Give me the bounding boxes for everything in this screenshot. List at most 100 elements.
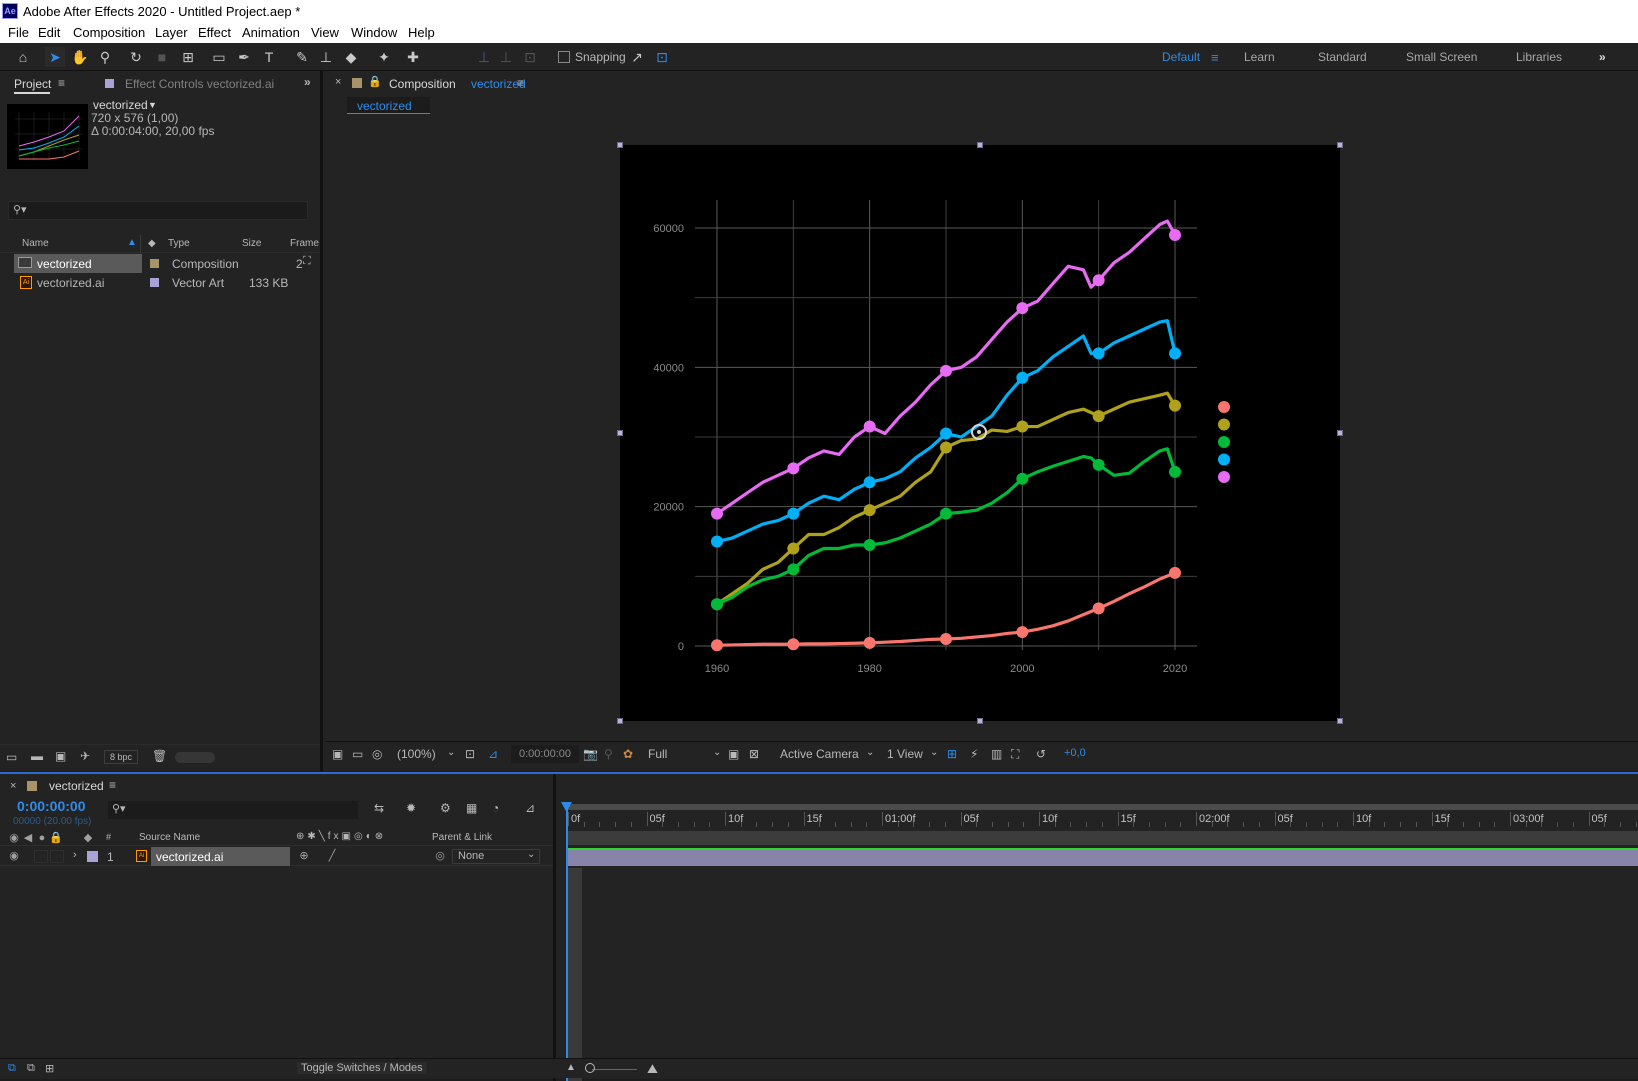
brush-tool-icon[interactable]: ✎ [292, 47, 312, 67]
workspace-menu-icon[interactable]: ≡ [1211, 50, 1219, 65]
close-tab-icon[interactable]: × [335, 76, 341, 88]
roto-brush-tool-icon[interactable]: ✦ [374, 47, 394, 67]
vr-goggles-icon[interactable]: ◎ [372, 747, 382, 761]
interpret-footage-icon[interactable]: ▭ [6, 750, 17, 764]
adjust-settings-icon[interactable]: ✈ [80, 749, 90, 763]
view-layout-dropdown[interactable]: 1 View [887, 747, 923, 761]
layer-row[interactable]: ◉ › 1 Ai vectorized.ai ⊕ ╱ ◎ None ⌄ [0, 847, 553, 866]
column-size[interactable]: Size [242, 238, 261, 249]
layer-duration-bar[interactable] [568, 848, 1638, 866]
breadcrumb[interactable]: vectorized [347, 97, 430, 114]
current-time-display[interactable]: 0:00:00:00 [17, 798, 86, 814]
project-search-input[interactable]: ⚲▾ [8, 201, 308, 220]
quality-switch-icon[interactable]: ╱ [324, 849, 340, 863]
flowchart-icon[interactable]: ⛶ [303, 255, 311, 268]
flowchart-icon[interactable]: ⛶ [1011, 747, 1019, 762]
monitor-icon[interactable]: ▭ [352, 747, 363, 761]
rectangle-tool-icon[interactable]: ▭ [209, 47, 229, 67]
mask-visibility-icon[interactable]: ⊿ [488, 747, 498, 761]
workspace-small-screen[interactable]: Small Screen [1406, 50, 1477, 64]
tab-composition[interactable]: Composition [389, 77, 456, 91]
transform-handle[interactable] [1337, 430, 1343, 436]
layer-name[interactable]: vectorized.ai [156, 850, 223, 864]
item-dropdown-icon[interactable]: ▼ [148, 100, 157, 110]
snapshot-camera-icon[interactable]: 📷 [583, 747, 598, 761]
layer-search-input[interactable]: ⚲▾ [108, 801, 358, 819]
hand-tool-icon[interactable]: ✋ [70, 47, 90, 67]
workspace-learn[interactable]: Learn [1244, 50, 1275, 64]
label-color-swatch[interactable] [150, 259, 159, 268]
menu-animation[interactable]: Animation [242, 25, 300, 40]
show-snapshot-icon[interactable]: ⚲ [604, 747, 613, 761]
composition-mini-flowchart-icon[interactable]: ⇆ [374, 801, 384, 815]
local-axis-mode-icon[interactable]: ⊥ [474, 47, 494, 67]
trash-icon[interactable]: 🗑 [152, 749, 167, 763]
close-tab-icon[interactable]: × [10, 780, 16, 792]
home-icon[interactable]: ⌂ [13, 47, 33, 67]
menu-file[interactable]: File [8, 25, 29, 40]
transform-handle[interactable] [617, 718, 623, 724]
menu-view[interactable]: View [311, 25, 339, 40]
pick-whip-icon[interactable]: ◎ [432, 849, 448, 863]
transfer-controls-icon[interactable]: ⧉ [27, 1062, 35, 1075]
new-folder-icon[interactable]: ▬ [31, 749, 43, 763]
tab-effect-controls[interactable]: Effect Controls vectorized.ai [125, 77, 274, 91]
more-workspaces-icon[interactable]: » [1599, 50, 1606, 64]
label-color-swatch[interactable] [150, 278, 159, 287]
eraser-tool-icon[interactable]: ◆ [341, 47, 361, 67]
view-axis-mode-icon[interactable]: ⊡ [520, 47, 540, 67]
transform-handle[interactable] [977, 718, 983, 724]
region-of-interest-icon[interactable]: ▣ [728, 747, 739, 761]
panel-overflow-icon[interactable]: » [304, 75, 311, 89]
magnification-dropdown[interactable]: (100%) [397, 747, 436, 761]
workspace-default[interactable]: Default [1162, 50, 1200, 64]
transform-handle[interactable] [1337, 718, 1343, 724]
render-time-icon[interactable]: ⊞ [45, 1062, 54, 1075]
frame-blending-icon[interactable]: ▦ [466, 801, 477, 815]
transform-handle[interactable] [1337, 142, 1343, 148]
playhead[interactable] [566, 802, 568, 1081]
parent-dropdown[interactable]: None ⌄ [452, 849, 540, 864]
resolution-dropdown[interactable]: Full [648, 747, 667, 761]
current-time-field[interactable]: 0:00:00:00 [511, 745, 579, 763]
label-column-icon[interactable]: ◆ [80, 831, 96, 845]
label-column-icon[interactable]: ◆ [148, 238, 156, 249]
menu-composition[interactable]: Composition [73, 25, 145, 40]
workspace-libraries[interactable]: Libraries [1516, 50, 1562, 64]
menu-layer[interactable]: Layer [155, 25, 188, 40]
timeline-tab[interactable]: vectorized [49, 779, 104, 793]
menu-help[interactable]: Help [408, 25, 435, 40]
world-axis-mode-icon[interactable]: ⊥ [496, 47, 516, 67]
camera-view-dropdown[interactable]: Active Camera [780, 747, 859, 761]
puppet-tool-icon[interactable]: ✚ [403, 47, 423, 67]
transform-handle[interactable] [977, 142, 983, 148]
zoom-in-icon[interactable]: ⛰ [647, 1061, 658, 1077]
type-tool-icon[interactable]: T [259, 47, 279, 67]
transform-handle[interactable] [617, 430, 623, 436]
snapping-checkbox[interactable] [558, 51, 570, 63]
column-name[interactable]: Name [22, 238, 49, 249]
tab-project[interactable]: Project [14, 77, 51, 91]
anchor-point-icon[interactable] [971, 424, 987, 440]
column-type[interactable]: Type [168, 238, 190, 249]
project-row[interactable]: vectorized Composition 2 ⛶ [0, 254, 320, 273]
fast-previews-icon[interactable]: ⚡ [970, 747, 978, 761]
column-source-name[interactable]: Source Name [139, 832, 200, 843]
zoom-tool-icon[interactable]: ⚲ [95, 47, 115, 67]
lock-icon[interactable]: 🔒 [368, 75, 382, 88]
menu-edit[interactable]: Edit [38, 25, 60, 40]
zoom-out-icon[interactable]: ▲ [566, 1062, 576, 1073]
exposure-value[interactable]: +0,0 [1064, 747, 1086, 759]
camera-tool-icon[interactable]: ■ [152, 47, 172, 67]
column-frame[interactable]: Frame [290, 238, 319, 249]
layer-visibility-icon[interactable]: ◉ [6, 849, 22, 863]
layer-switches-icon[interactable]: ⧉ [8, 1062, 16, 1075]
draft-3d-icon[interactable]: ✹ [406, 801, 416, 815]
project-row[interactable]: Ai vectorized.ai Vector Art 133 KB [0, 273, 320, 292]
breadcrumb-comp[interactable]: vectorized [357, 99, 412, 113]
menu-window[interactable]: Window [351, 25, 397, 40]
pan-behind-tool-icon[interactable]: ⊞ [178, 47, 198, 67]
lock-icon[interactable]: 🔒 [48, 831, 64, 845]
color-channels-icon[interactable]: ✿ [623, 747, 633, 761]
lock-toggle[interactable] [50, 850, 64, 863]
